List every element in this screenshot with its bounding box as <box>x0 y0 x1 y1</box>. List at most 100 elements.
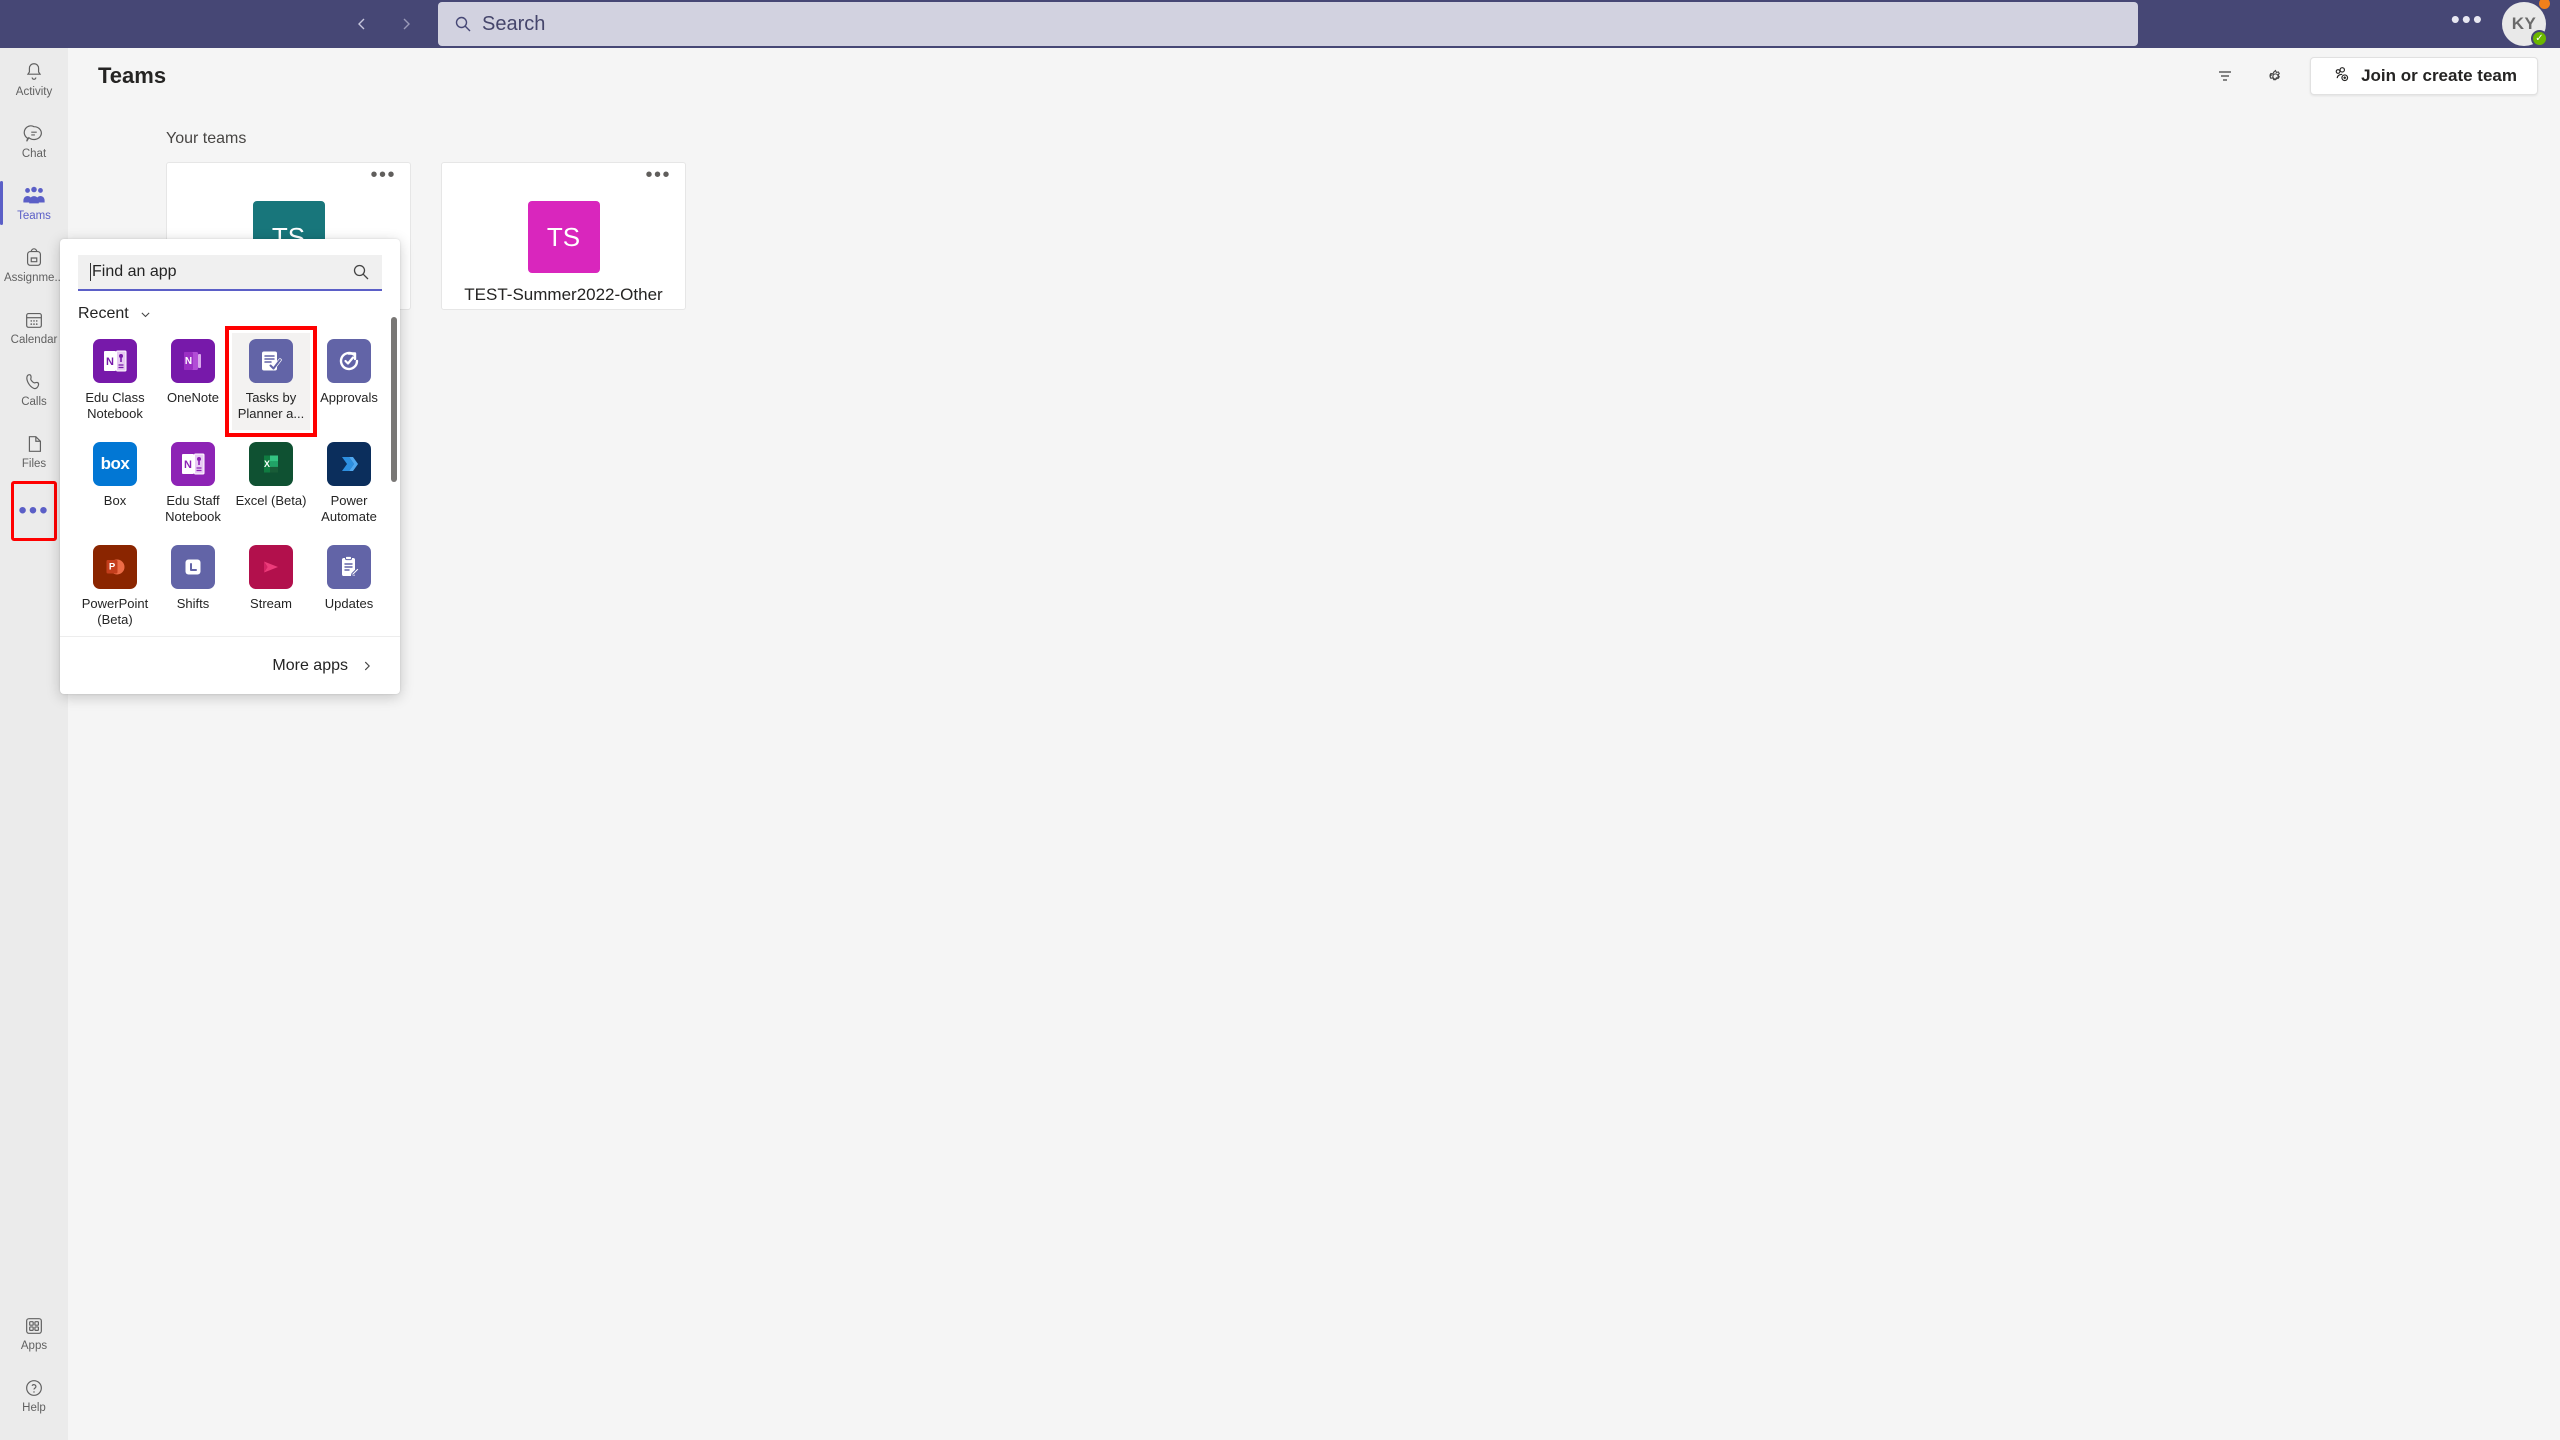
your-teams-label: Your teams <box>166 130 247 147</box>
page-header: Teams Join or create team <box>68 48 2560 104</box>
app-top-bar: Search ••• KY ✓ <box>0 0 2560 48</box>
stream-icon <box>249 545 293 589</box>
avatar[interactable]: KY ✓ <box>2502 0 2550 47</box>
nav-arrows <box>348 10 420 38</box>
main-content-area: Teams Join or create team Your teams •••… <box>68 48 2560 1440</box>
app-tile-stream[interactable]: Stream <box>232 539 310 636</box>
filter-icon[interactable] <box>2210 61 2240 91</box>
apps-grid-icon <box>23 1315 45 1337</box>
file-icon <box>23 433 45 455</box>
svg-text:X: X <box>264 459 270 469</box>
calendar-icon <box>23 309 45 331</box>
chevron-right-icon <box>360 659 374 673</box>
sidebar-item-chat[interactable]: Chat <box>0 110 68 172</box>
app-tile-onenote[interactable]: N OneNote <box>154 333 232 430</box>
sidebar-item-label: Files <box>21 457 47 470</box>
app-tile-edu-staff-notebook[interactable]: N Edu Staff Notebook <box>154 436 232 533</box>
add-people-icon <box>2331 64 2351 89</box>
sidebar-item-files[interactable]: Files <box>0 420 68 482</box>
team-name: TEST-Summer2022-Other <box>464 285 663 304</box>
app-tile-power-automate[interactable]: Power Automate <box>310 436 388 533</box>
svg-text:P: P <box>109 562 116 573</box>
chevron-down-icon[interactable] <box>139 308 152 321</box>
search-icon <box>454 15 472 33</box>
sidebar-item-label: Help <box>22 1401 46 1414</box>
rail-bottom-group: Apps Help <box>0 1302 68 1440</box>
updates-icon <box>327 545 371 589</box>
edu-class-notebook-icon: N <box>93 339 137 383</box>
app-tile-shifts[interactable]: Shifts <box>154 539 232 636</box>
back-button[interactable] <box>348 10 376 38</box>
app-tile-tasks-by-planner[interactable]: Tasks by Planner a... <box>225 326 317 437</box>
bell-icon <box>23 61 45 83</box>
sidebar-item-apps[interactable]: Apps <box>0 1302 68 1364</box>
left-app-rail: Activity Chat Teams Assignme... Calendar… <box>0 48 68 1440</box>
join-or-create-team-button[interactable]: Join or create team <box>2310 57 2538 95</box>
app-label: Box <box>103 493 127 508</box>
sidebar-item-help[interactable]: Help <box>0 1364 68 1426</box>
svg-text:N: N <box>185 356 192 367</box>
sidebar-item-assignments[interactable]: Assignme... <box>0 234 68 296</box>
backpack-icon <box>23 247 45 269</box>
app-label: Updates <box>324 596 374 611</box>
phone-icon <box>23 371 45 393</box>
svg-text:N: N <box>184 459 192 471</box>
more-horizontal-icon[interactable]: ••• <box>370 165 396 185</box>
recent-section-header[interactable]: Recent <box>60 291 400 329</box>
app-label: Edu Class Notebook <box>85 390 145 421</box>
sidebar-item-calls[interactable]: Calls <box>0 358 68 420</box>
find-an-app-input[interactable]: Find an app <box>78 255 382 291</box>
more-horizontal-icon: ••• <box>18 497 50 524</box>
sidebar-item-calendar[interactable]: Calendar <box>0 296 68 358</box>
app-list-scroll-region: Recent N Edu Class Notebook N OneNote Ta… <box>60 291 400 636</box>
help-question-icon <box>23 1377 45 1399</box>
page-title: Teams <box>98 63 167 88</box>
app-label: Tasks by Planner a... <box>237 390 305 421</box>
header-actions: Join or create team <box>2210 57 2538 95</box>
sidebar-item-label: Calls <box>21 395 47 408</box>
sidebar-item-label: Calendar <box>10 333 58 346</box>
sidebar-item-label: Activity <box>15 85 53 98</box>
svg-text:N: N <box>106 356 114 368</box>
app-tile-excel-beta[interactable]: X Excel (Beta) <box>232 436 310 533</box>
sidebar-item-activity[interactable]: Activity <box>0 48 68 110</box>
sidebar-more-apps-button[interactable]: ••• <box>11 481 57 541</box>
app-label: Power Automate <box>321 493 377 524</box>
teams-grid: ••• TS ••• TS TEST-Summer2022-Other <box>68 148 2560 310</box>
app-label: Edu Staff Notebook <box>165 493 221 524</box>
app-label: Excel (Beta) <box>235 493 307 508</box>
topbar-more-button[interactable]: ••• <box>2451 6 2484 34</box>
more-apps-footer[interactable]: More apps <box>60 636 400 694</box>
power-automate-icon <box>327 442 371 486</box>
app-label: Shifts <box>176 596 210 611</box>
sidebar-item-teams[interactable]: Teams <box>0 172 68 234</box>
app-tile-powerpoint-beta[interactable]: P PowerPoint (Beta) <box>76 539 154 636</box>
app-label: OneNote <box>166 390 220 405</box>
sidebar-item-label: Apps <box>20 1339 48 1352</box>
more-horizontal-icon[interactable]: ••• <box>645 165 671 185</box>
app-label: Stream <box>250 596 292 611</box>
forward-button[interactable] <box>392 10 420 38</box>
app-label: PowerPoint (Beta) <box>81 596 149 627</box>
excel-icon: X <box>249 442 293 486</box>
app-tile-box[interactable]: box Box <box>76 436 154 533</box>
approvals-icon <box>327 339 371 383</box>
app-label: Approvals <box>320 390 378 405</box>
app-tile-edu-class-notebook[interactable]: N Edu Class Notebook <box>76 333 154 430</box>
search-placeholder-text: Search <box>482 12 546 35</box>
vertical-scrollbar[interactable] <box>391 317 397 482</box>
sidebar-item-label: Assignme... <box>3 271 65 284</box>
gear-icon[interactable] <box>2260 61 2290 91</box>
chat-icon <box>23 123 45 145</box>
box-icon: box <box>93 442 137 486</box>
topbar-right-cluster: ••• KY ✓ <box>2451 0 2560 47</box>
app-tile-updates[interactable]: Updates <box>310 539 388 636</box>
teams-people-icon <box>22 185 46 207</box>
edu-staff-notebook-icon: N <box>171 442 215 486</box>
team-card[interactable]: ••• TS TEST-Summer2022-Other <box>441 162 686 310</box>
search-icon[interactable] <box>352 263 370 281</box>
shifts-icon <box>171 545 215 589</box>
global-search-input[interactable]: Search <box>438 2 2138 46</box>
app-tile-approvals[interactable]: Approvals <box>310 333 388 430</box>
more-apps-label: More apps <box>272 656 348 674</box>
